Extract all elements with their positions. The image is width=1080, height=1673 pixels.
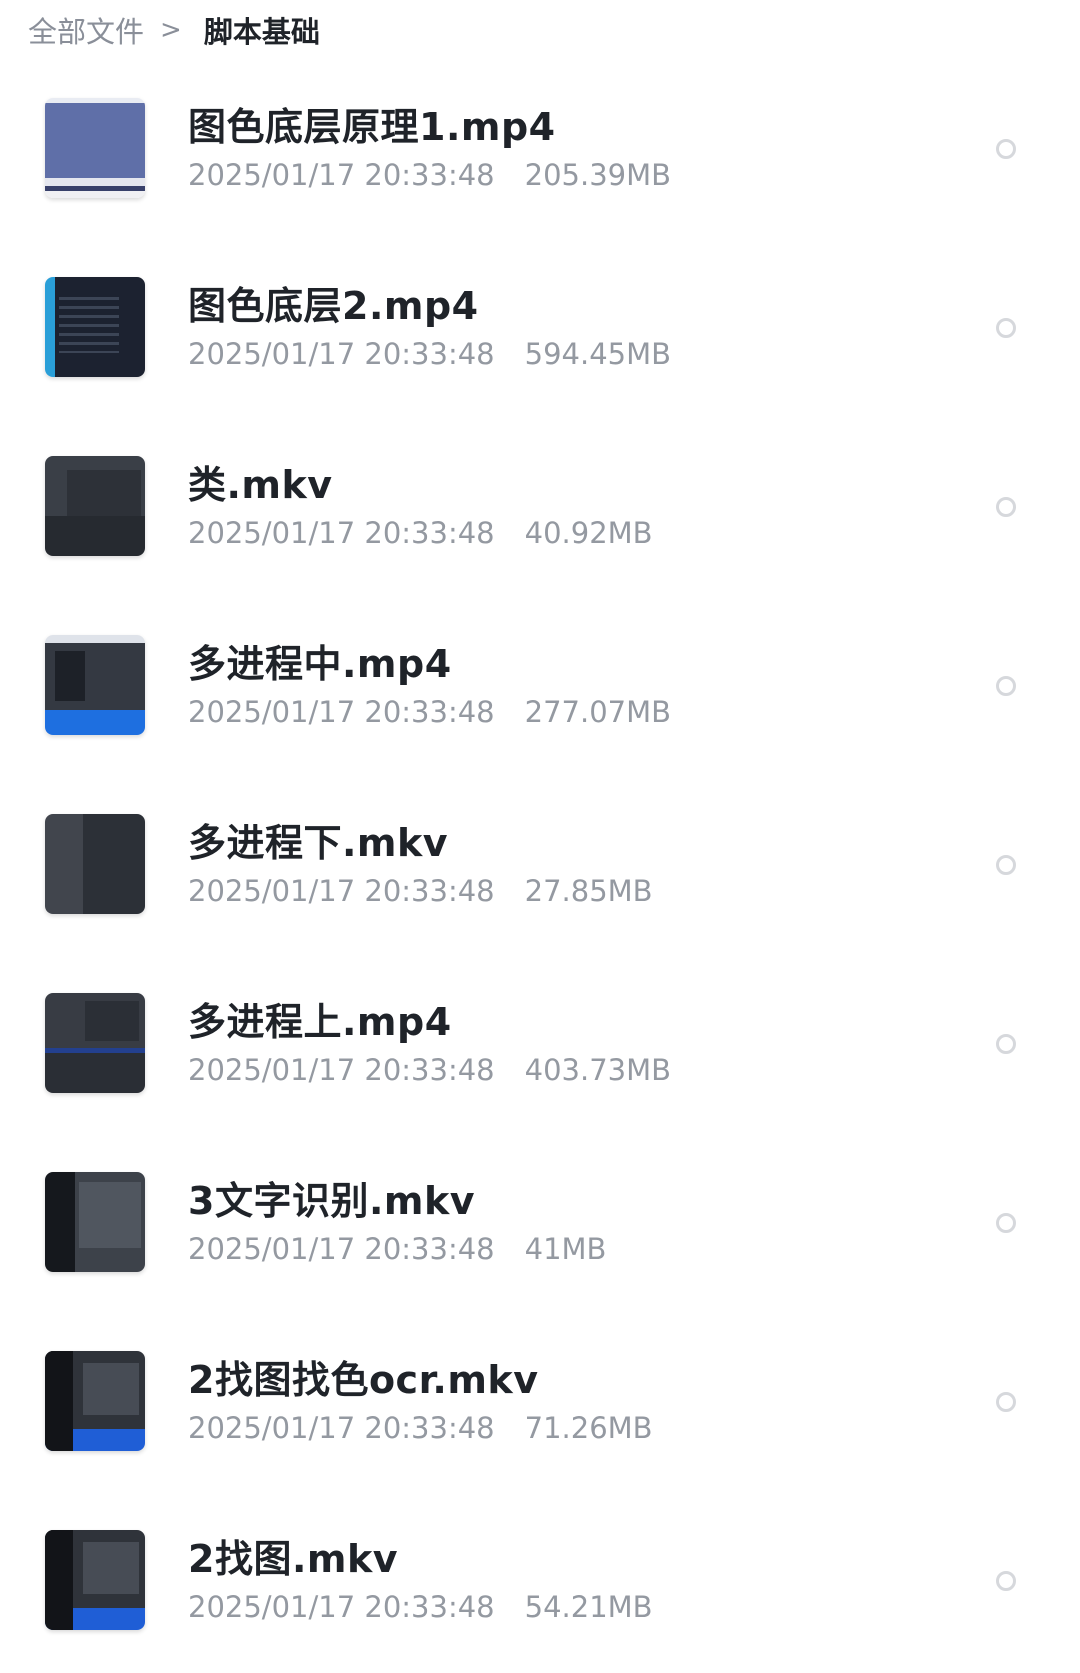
select-checkbox[interactable] (996, 497, 1016, 517)
video-thumbnail (45, 1530, 145, 1630)
file-meta: 2025/01/17 20:33:48 27.85MB (188, 874, 653, 908)
file-row[interactable]: 类.mkv 2025/01/17 20:33:48 40.92MB (0, 420, 1080, 599)
file-name: 2找图.mkv (188, 1537, 399, 1581)
file-size: 403.73MB (524, 1053, 672, 1087)
file-name: 多进程下.mkv (188, 821, 449, 865)
breadcrumb: 全部文件 > 脚本基础 (28, 10, 320, 50)
file-name: 2找图找色ocr.mkv (188, 1358, 539, 1402)
breadcrumb-separator: > (160, 15, 182, 45)
video-thumbnail (45, 98, 145, 198)
file-size: 40.92MB (524, 516, 653, 550)
select-checkbox[interactable] (996, 1392, 1016, 1412)
file-row[interactable]: 多进程上.mp4 2025/01/17 20:33:48 403.73MB (0, 957, 1080, 1136)
file-row[interactable]: 3文字识别.mkv 2025/01/17 20:33:48 41MB (0, 1136, 1080, 1315)
file-meta: 2025/01/17 20:33:48 594.45MB (188, 337, 671, 371)
file-date: 2025/01/17 20:33:48 (188, 695, 495, 729)
breadcrumb-root-link[interactable]: 全部文件 (28, 9, 144, 51)
file-meta: 2025/01/17 20:33:48 40.92MB (188, 516, 653, 550)
video-thumbnail (45, 814, 145, 914)
file-row[interactable]: 图色底层2.mp4 2025/01/17 20:33:48 594.45MB (0, 241, 1080, 420)
file-date: 2025/01/17 20:33:48 (188, 1053, 495, 1087)
video-thumbnail (45, 1351, 145, 1451)
file-name: 图色底层2.mp4 (188, 284, 479, 328)
file-date: 2025/01/17 20:33:48 (188, 158, 495, 192)
file-name: 类.mkv (188, 463, 333, 507)
file-row[interactable]: 2找图找色ocr.mkv 2025/01/17 20:33:48 71.26MB (0, 1315, 1080, 1494)
breadcrumb-current: 脚本基础 (203, 15, 320, 49)
file-size: 594.45MB (524, 337, 672, 371)
file-row[interactable]: 2找图.mkv 2025/01/17 20:33:48 54.21MB (0, 1494, 1080, 1673)
file-date: 2025/01/17 20:33:48 (188, 1411, 495, 1445)
file-meta: 2025/01/17 20:33:48 403.73MB (188, 1053, 671, 1087)
file-meta: 2025/01/17 20:33:48 205.39MB (188, 158, 671, 192)
file-size: 71.26MB (524, 1411, 653, 1445)
file-date: 2025/01/17 20:33:48 (188, 337, 495, 371)
video-thumbnail (45, 1172, 145, 1272)
file-date: 2025/01/17 20:33:48 (188, 1232, 495, 1266)
file-meta: 2025/01/17 20:33:48 277.07MB (188, 695, 671, 729)
file-size: 41MB (524, 1232, 607, 1266)
file-meta: 2025/01/17 20:33:48 41MB (188, 1232, 606, 1266)
file-name: 3文字识别.mkv (188, 1179, 476, 1223)
video-thumbnail (45, 277, 145, 377)
select-checkbox[interactable] (996, 676, 1016, 696)
video-thumbnail (45, 635, 145, 735)
select-checkbox[interactable] (996, 1034, 1016, 1054)
file-meta: 2025/01/17 20:33:48 71.26MB (188, 1411, 653, 1445)
file-date: 2025/01/17 20:33:48 (188, 874, 495, 908)
file-meta: 2025/01/17 20:33:48 54.21MB (188, 1590, 653, 1624)
file-size: 54.21MB (524, 1590, 653, 1624)
select-checkbox[interactable] (996, 318, 1016, 338)
file-date: 2025/01/17 20:33:48 (188, 516, 495, 550)
video-thumbnail (45, 993, 145, 1093)
file-date: 2025/01/17 20:33:48 (188, 1590, 495, 1624)
file-name: 多进程中.mp4 (188, 642, 452, 686)
file-size: 277.07MB (524, 695, 672, 729)
select-checkbox[interactable] (996, 1213, 1016, 1233)
file-size: 27.85MB (524, 874, 653, 908)
video-thumbnail (45, 456, 145, 556)
select-checkbox[interactable] (996, 1571, 1016, 1591)
file-row[interactable]: 多进程下.mkv 2025/01/17 20:33:48 27.85MB (0, 778, 1080, 957)
file-row[interactable]: 图色底层原理1.mp4 2025/01/17 20:33:48 205.39MB (0, 62, 1080, 241)
file-row[interactable]: 多进程中.mp4 2025/01/17 20:33:48 277.07MB (0, 599, 1080, 778)
select-checkbox[interactable] (996, 139, 1016, 159)
select-checkbox[interactable] (996, 855, 1016, 875)
file-name: 图色底层原理1.mp4 (188, 105, 556, 149)
file-list: 图色底层原理1.mp4 2025/01/17 20:33:48 205.39MB … (0, 62, 1080, 1673)
file-size: 205.39MB (524, 158, 672, 192)
file-name: 多进程上.mp4 (188, 1000, 452, 1044)
